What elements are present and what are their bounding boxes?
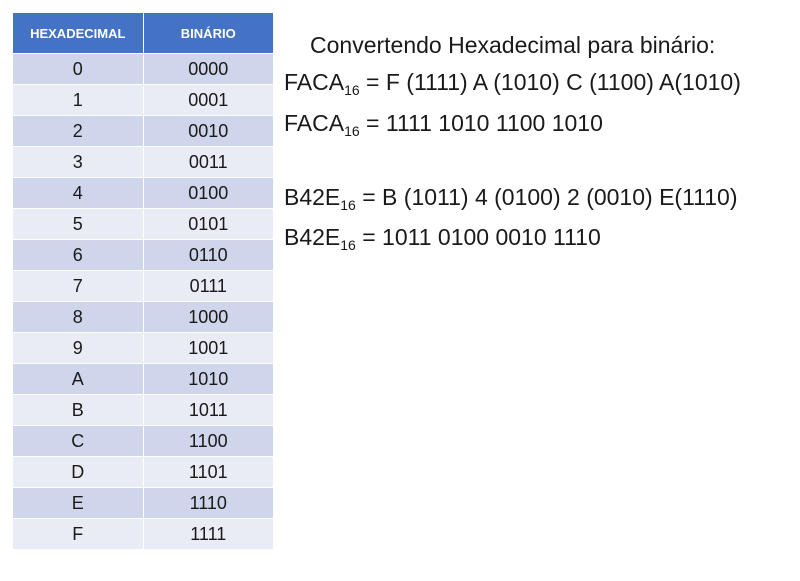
hex-cell: E [12,487,144,519]
binary-cell: 1000 [142,301,274,333]
binary-cell: 0110 [142,239,274,271]
binary-cell: 0100 [142,177,274,209]
base-subscript: 16 [344,82,360,98]
hex-cell: 9 [12,332,144,364]
conversion-line-faca-result: FACA16 = 1111 1010 1100 1010 [284,110,796,139]
table-row: E 1110 [12,487,274,519]
hex-cell: 8 [12,301,144,333]
hex-cell: 0 [12,53,144,85]
conversion-line-b42e-expanded: B42E16 = B (1011) 4 (0100) 2 (0010) E(11… [284,184,796,213]
hex-cell: F [12,518,144,550]
conversion-expression: = 1111 1010 1100 1010 [359,110,603,136]
base-subscript: 16 [340,197,356,213]
hex-cell: 4 [12,177,144,209]
table-row: 6 0110 [12,239,274,271]
table-row: 7 0111 [12,270,274,302]
binary-cell: 1010 [142,363,274,395]
binary-cell: 0001 [142,84,274,116]
binary-cell: 0000 [142,53,274,85]
table-row: 3 0011 [12,146,274,178]
hex-number: B42E [284,224,341,250]
binary-cell: 1100 [142,425,274,457]
table-row: A 1010 [12,363,274,395]
table-body: 0 0000 1 0001 2 0010 3 0011 4 0100 5 0101 6 011… [12,53,274,550]
header-hexadecimal: HEXADECIMAL [12,12,144,54]
table-row: B 1011 [12,394,274,426]
hex-cell: C [12,425,144,457]
conversion-line-faca-expanded: FACA16 = F (1111) A (1010) C (1100) A(10… [284,69,796,98]
conversion-line-b42e-result: B42E16 = 1011 0100 0010 1110 [284,224,796,253]
binary-cell: 1110 [142,487,274,519]
table-row: C 1100 [12,425,274,457]
binary-cell: 0010 [142,115,274,147]
table-row: 0 0000 [12,53,274,85]
hex-cell: 6 [12,239,144,271]
conversion-expression: = B (1011) 4 (0100) 2 (0010) E(1110) [355,184,738,210]
hex-cell: D [12,456,144,488]
hex-cell: 3 [12,146,144,178]
binary-cell: 1101 [142,456,274,488]
table-row: 5 0101 [12,208,274,240]
table-header-row: HEXADECIMAL BINÁRIO [12,12,274,54]
conversion-content: Convertendo Hexadecimal para binário: FA… [284,32,796,253]
base-subscript: 16 [344,123,360,139]
hex-cell: A [12,363,144,395]
hex-number: FACA [284,110,345,136]
hex-cell: 2 [12,115,144,147]
binary-cell: 0011 [142,146,274,178]
hex-cell: 1 [12,84,144,116]
conversion-title: Convertendo Hexadecimal para binário: [310,32,716,58]
binary-cell: 1111 [142,518,274,550]
hex-binary-table: HEXADECIMAL BINÁRIO 0 0000 1 0001 2 0010 30… [12,12,274,550]
conversion-expression: = F (1111) A (1010) C (1100) A(1010) [359,69,741,95]
table-row: 4 0100 [12,177,274,209]
table-row: F 1111 [12,518,274,550]
hex-number: B42E [284,184,341,210]
base-subscript: 16 [340,237,356,253]
hex-cell: 5 [12,208,144,240]
binary-cell: 0101 [142,208,274,240]
binary-cell: 1011 [142,394,274,426]
binary-cell: 0111 [142,270,274,302]
header-binario: BINÁRIO [142,12,274,54]
table-row: 9 1001 [12,332,274,364]
hex-number: FACA [284,69,345,95]
binary-cell: 1001 [142,332,274,364]
hex-cell: 7 [12,270,144,302]
table-row: D 1101 [12,456,274,488]
table-row: 2 0010 [12,115,274,147]
conversion-expression: = 1011 0100 0010 1110 [355,224,601,250]
table-row: 8 1000 [12,301,274,333]
hex-cell: B [12,394,144,426]
table-row: 1 0001 [12,84,274,116]
